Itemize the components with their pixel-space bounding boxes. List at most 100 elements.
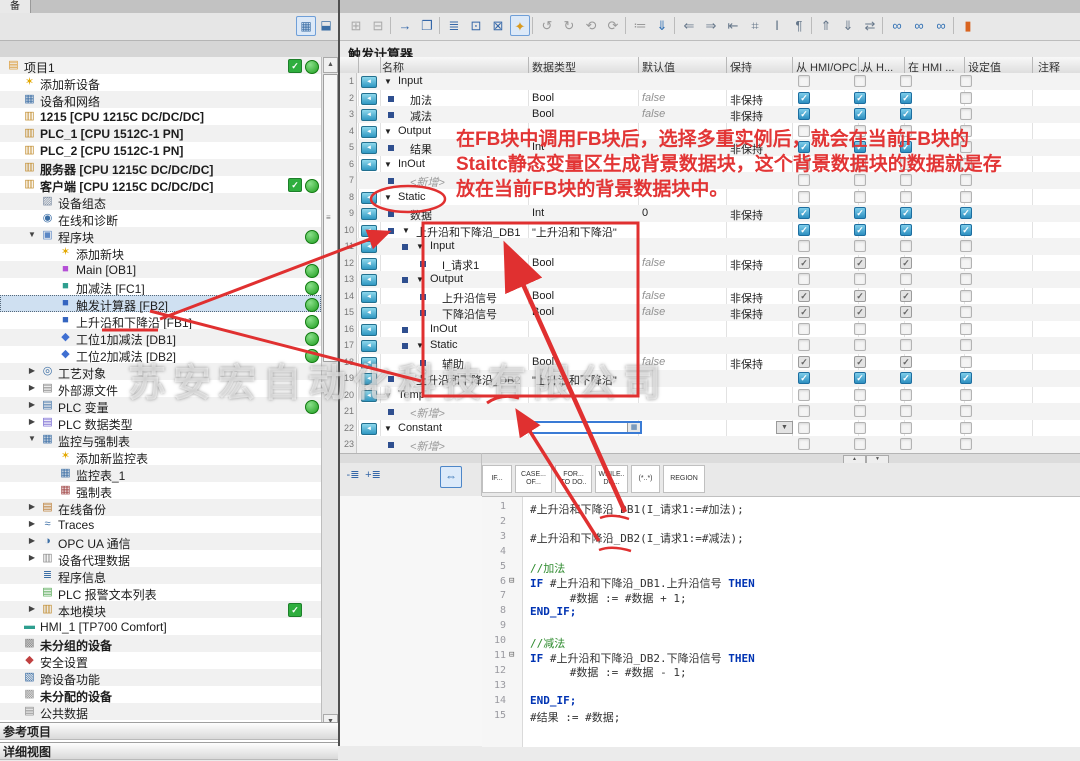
tree-item[interactable]: ▤公共数据	[0, 703, 321, 720]
chevron-right-icon[interactable]: ▶	[27, 502, 37, 511]
insert-row-icon[interactable]: ⊟	[368, 15, 388, 36]
from-hmi-checkbox[interactable]: ✓	[854, 207, 866, 219]
from-hmi-checkbox[interactable]	[854, 240, 866, 252]
setpoint-checkbox[interactable]	[960, 438, 972, 450]
snippet-if[interactable]: IF...	[482, 465, 512, 493]
chevron-right-icon[interactable]: ▶	[27, 536, 37, 545]
setpoint-checkbox[interactable]	[960, 191, 972, 203]
interface-row[interactable]: 17◄▼Static	[340, 337, 1080, 354]
reset-start-values-icon[interactable]: ↺	[537, 15, 557, 36]
member-name[interactable]: Input	[398, 75, 422, 87]
hmi-opc-checkbox[interactable]	[798, 339, 810, 351]
tree-item[interactable]: ▶▥本地模块✓	[0, 601, 321, 618]
tree-item[interactable]: ◆安全设置	[0, 652, 321, 669]
tree-item[interactable]: ▥服务器 [CPU 1215C DC/DC/DC]	[0, 159, 321, 176]
tree-item[interactable]: ▩未分组的设备	[0, 635, 321, 652]
scroll-up-icon[interactable]: ▲	[323, 57, 338, 73]
interface-row[interactable]: 7<新增>	[340, 172, 1080, 189]
interface-row[interactable]: 18◄辅助Boolfalse非保持✓✓✓	[340, 354, 1080, 371]
interface-row[interactable]: 2◄加法Boolfalse非保持✓✓✓	[340, 90, 1080, 107]
open-block-icon[interactable]: →	[395, 15, 415, 36]
devices-tab[interactable]: 备	[0, 0, 31, 13]
hmi-opc-checkbox[interactable]: ✓	[798, 108, 810, 120]
fold-icon[interactable]: ⊟	[509, 576, 514, 586]
interface-row[interactable]: 9◄数据Int0非保持✓✓✓✓	[340, 205, 1080, 222]
interface-row[interactable]: 3◄减法Boolfalse非保持✓✓✓	[340, 106, 1080, 123]
tree-item[interactable]: ▶▤在线备份	[0, 499, 321, 516]
comment-icon[interactable]: ¶	[789, 15, 809, 36]
chevron-down-icon[interactable]: ▼	[27, 230, 37, 239]
hmi-opc-checkbox[interactable]	[798, 240, 810, 252]
in-hmi-checkbox[interactable]: ✓	[900, 224, 912, 236]
tree-item[interactable]: ◆工位1加减法 [DB1]	[0, 329, 321, 346]
scrollbar-thumb[interactable]: ≡	[323, 74, 338, 362]
download-icon[interactable]: ⇓	[652, 15, 672, 36]
setpoint-checkbox[interactable]	[960, 141, 972, 153]
tree-item[interactable]: ▤项目1✓	[0, 57, 321, 74]
from-hmi-checkbox[interactable]	[854, 438, 866, 450]
tree-item[interactable]: ▦强制表	[0, 482, 321, 499]
tree-item[interactable]: ▼▣程序块	[0, 227, 321, 244]
from-hmi-checkbox[interactable]: ✓	[854, 290, 866, 302]
member-name[interactable]: Input	[430, 240, 454, 252]
tree-item[interactable]: ▶◎工艺对象	[0, 363, 321, 380]
default-value[interactable]: false	[642, 356, 665, 368]
keep-actual-values-icon[interactable]: ≣	[444, 15, 464, 36]
in-hmi-checkbox[interactable]: ✓	[900, 257, 912, 269]
setpoint-checkbox[interactable]: ✓	[960, 207, 972, 219]
in-hmi-checkbox[interactable]: ✓	[900, 290, 912, 302]
member-name[interactable]: Static	[398, 191, 426, 203]
reset-memory-icon[interactable]: ↻	[559, 15, 579, 36]
interface-row[interactable]: 19◄▼上升沿和下降沿_DB2"上升沿和下降沿"✓✓✓✓	[340, 370, 1080, 387]
security-icon[interactable]: ▮	[958, 15, 978, 36]
expand-interface-icon[interactable]: +≣	[364, 468, 382, 481]
tree-item[interactable]: ✶添加新监控表	[0, 448, 321, 465]
interface-row[interactable]: 8◄▼Static	[340, 189, 1080, 206]
snippet-region[interactable]: REGION	[663, 465, 705, 493]
chevron-right-icon[interactable]: ▶	[27, 366, 37, 375]
default-value[interactable]: false	[642, 92, 665, 104]
backward-icon[interactable]: ⇓	[838, 15, 858, 36]
snippet-while[interactable]: WHILE..DO...	[595, 465, 628, 493]
setpoint-checkbox[interactable]	[960, 273, 972, 285]
setpoint-checkbox[interactable]	[960, 306, 972, 318]
tree-item[interactable]: ▶◑OPC UA 通信	[0, 533, 321, 550]
chevron-down-icon[interactable]: ▼	[384, 424, 392, 433]
snippet-for[interactable]: FOR...TO DO..	[555, 465, 592, 493]
block-interface-icon[interactable]: ❐	[417, 15, 437, 36]
interface-row[interactable]: 15◄下降沿信号Boolfalse非保持✓✓✓	[340, 304, 1080, 321]
navigate-back-icon[interactable]: ⇐	[679, 15, 699, 36]
from-hmi-checkbox[interactable]	[854, 405, 866, 417]
hmi-opc-checkbox[interactable]	[798, 75, 810, 87]
chevron-down-icon[interactable]: ▼	[402, 226, 410, 235]
hmi-opc-checkbox[interactable]	[798, 323, 810, 335]
setpoint-checkbox[interactable]	[960, 174, 972, 186]
in-hmi-checkbox[interactable]	[900, 125, 912, 137]
from-hmi-checkbox[interactable]	[854, 75, 866, 87]
refresh-icon[interactable]: ⟳	[603, 15, 623, 36]
in-hmi-checkbox[interactable]	[900, 158, 912, 170]
interface-row[interactable]: 21<新增>	[340, 403, 1080, 420]
tree-item[interactable]: ■Main [OB1]	[0, 261, 321, 278]
data-type[interactable]: Bool	[532, 306, 554, 318]
member-name[interactable]: InOut	[398, 158, 425, 170]
chevron-right-icon[interactable]: ▶	[27, 417, 37, 426]
hmi-opc-checkbox[interactable]	[798, 158, 810, 170]
chevron-down-icon[interactable]: ▼	[416, 242, 424, 251]
type-browse-icon[interactable]: ▦	[627, 423, 640, 432]
setpoint-checkbox[interactable]	[960, 75, 972, 87]
chevron-down-icon[interactable]: ▼	[384, 391, 392, 400]
hmi-opc-checkbox[interactable]: ✓	[798, 92, 810, 104]
in-hmi-checkbox[interactable]	[900, 422, 912, 434]
load-snapshot-icon[interactable]: ⊠	[488, 15, 508, 36]
stop-monitor-icon[interactable]: ∞	[931, 15, 951, 36]
tree-item[interactable]: ■触发计算器 [FB2]	[0, 295, 321, 312]
default-value[interactable]: 0	[642, 207, 648, 219]
in-hmi-checkbox[interactable]	[900, 75, 912, 87]
hmi-opc-checkbox[interactable]	[798, 174, 810, 186]
in-hmi-checkbox[interactable]: ✓	[900, 108, 912, 120]
member-name[interactable]: Constant	[398, 422, 442, 434]
chevron-down-icon[interactable]: ▼	[384, 160, 392, 169]
chevron-down-icon[interactable]: ▼	[416, 275, 424, 284]
tree-item[interactable]: ▬HMI_1 [TP700 Comfort]	[0, 618, 321, 635]
